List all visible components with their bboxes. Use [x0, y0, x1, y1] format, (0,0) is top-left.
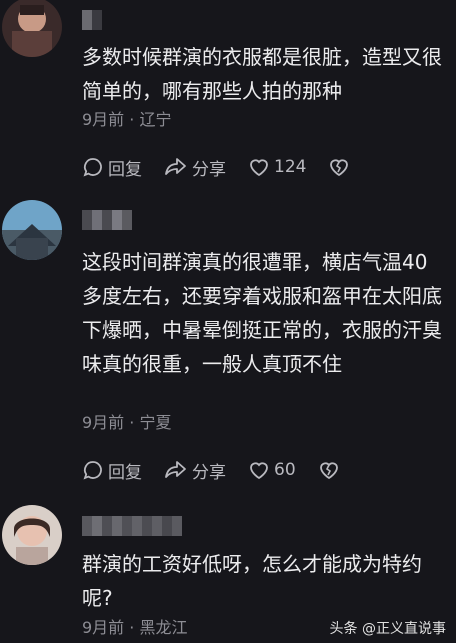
comment-location: 辽宁: [139, 110, 172, 129]
comment-item-1: 多数时候群演的衣服都是很脏，造型又很简单的，哪有那些人拍的那种 9月前 · 辽宁…: [0, 0, 456, 180]
username-blurred[interactable]: [82, 516, 182, 536]
meta-separator: ·: [124, 618, 140, 637]
comment-text: 群演的工资好低呀，怎么才能成为特约呢?: [82, 552, 422, 610]
reply-button[interactable]: 回复: [82, 458, 142, 483]
username-blurred[interactable]: [82, 210, 132, 230]
dislike-button[interactable]: [328, 156, 354, 178]
like-count: 60: [274, 460, 296, 480]
avatar[interactable]: [2, 505, 62, 565]
like-count: 124: [274, 157, 307, 177]
broken-heart-icon: [330, 159, 349, 177]
comment-meta: 9月前 · 宁夏: [82, 413, 171, 433]
watermark: 头条 @正义直说事: [329, 621, 446, 637]
username-blurred[interactable]: [82, 10, 102, 30]
meta-separator: ·: [124, 110, 140, 129]
heart-icon: [250, 462, 268, 480]
comment-text: 这段时间群演真的很遭罪，横店气温40多度左右，还要穿着戏服和盔甲在太阳底下爆晒，…: [82, 250, 442, 376]
reply-bubble-icon: [83, 158, 102, 177]
share-label: 分享: [192, 462, 226, 483]
comment-location: 宁夏: [139, 413, 172, 432]
reply-bubble-icon: [83, 461, 102, 480]
reply-label: 回复: [108, 159, 142, 180]
meta-separator: ·: [124, 413, 140, 432]
comment-actions: 回复 分享 124: [82, 155, 376, 180]
comment-actions: 回复 分享 60: [82, 458, 366, 483]
comment-location: 黑龙江: [139, 618, 188, 637]
comment-meta: 9月前 · 黑龙江: [82, 618, 187, 638]
share-arrow-icon: [165, 158, 186, 175]
avatar[interactable]: [2, 200, 62, 260]
reply-button[interactable]: 回复: [82, 155, 142, 180]
comment-time: 9月前: [82, 110, 125, 129]
dislike-button[interactable]: [318, 459, 344, 481]
comment-time: 9月前: [82, 618, 125, 637]
share-arrow-icon: [165, 461, 186, 478]
comment-meta: 9月前 · 辽宁: [82, 110, 171, 130]
comment-time: 9月前: [82, 413, 125, 432]
share-button[interactable]: 分享: [164, 155, 226, 180]
share-label: 分享: [192, 159, 226, 180]
like-button[interactable]: 124: [248, 156, 306, 178]
avatar[interactable]: [2, 0, 62, 57]
heart-icon: [250, 159, 268, 177]
reply-label: 回复: [108, 462, 142, 483]
comment-item-2: 这段时间群演真的很遭罪，横店气温40多度左右，还要穿着戏服和盔甲在太阳底下爆晒，…: [0, 180, 456, 500]
broken-heart-icon: [319, 462, 338, 480]
comment-text: 多数时候群演的衣服都是很脏，造型又很简单的，哪有那些人拍的那种: [82, 45, 442, 103]
share-button[interactable]: 分享: [164, 458, 226, 483]
like-button[interactable]: 60: [248, 459, 296, 481]
